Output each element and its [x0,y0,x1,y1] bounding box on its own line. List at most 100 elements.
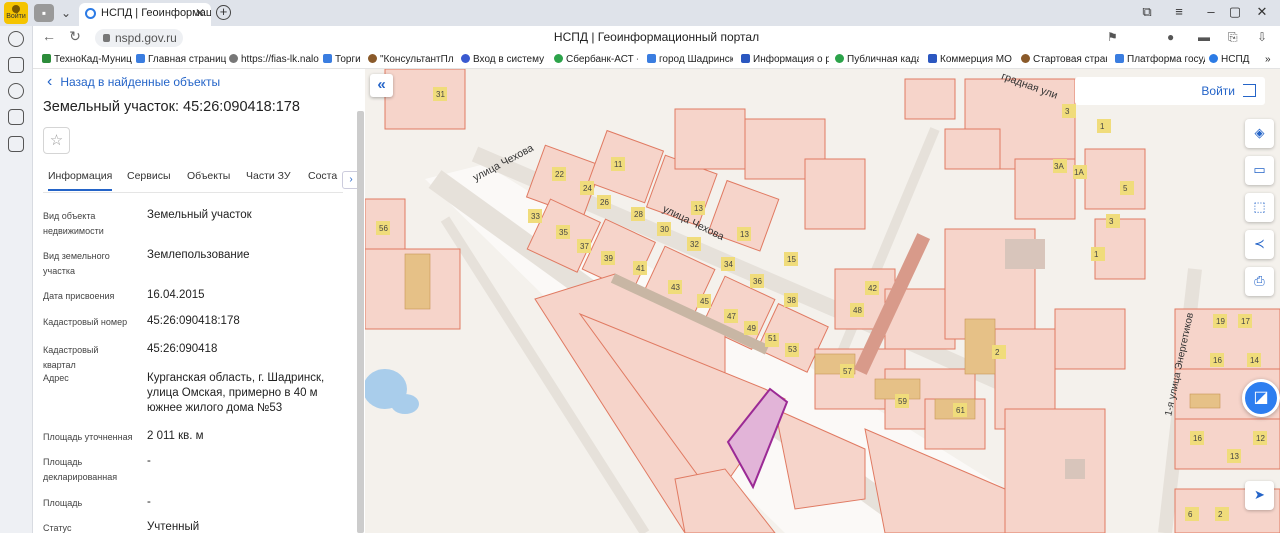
bookmark-item[interactable]: https://fias-lk.nalo [229,50,319,68]
extension-icon[interactable]: ● [1167,30,1174,44]
share-icon[interactable]: ⎘ [1228,30,1238,45]
house-number: 53 [788,345,797,354]
bookmark-item[interactable]: Вход в систему : [461,50,545,68]
house-number: 37 [580,242,589,251]
bookmark-item[interactable]: Торги [323,50,363,68]
tab-manager-icon[interactable]: ≡ [1169,4,1189,19]
field-value: 45:26:090418 [147,343,218,355]
history-icon[interactable] [8,31,24,47]
minimize-icon[interactable]: – [1201,4,1221,19]
house-number: 11 [614,160,623,169]
house-number: 3 [1109,217,1114,226]
tab-parts[interactable]: Части ЗУ [246,170,291,182]
bookmark-item[interactable]: ТехноКад-Муниц [42,50,134,68]
bookmark-icon [368,54,377,63]
address-bar: ← ↻ nspd.gov.ru НСПД | Геоинформационный… [33,26,1280,50]
house-number: 57 [843,367,852,376]
house-number: 42 [868,284,877,293]
house-number: 2 [995,348,1000,357]
bookmark-item[interactable]: "КонсультантПлю [368,50,454,68]
bookmark-icon [461,54,470,63]
bookmark-item[interactable]: Главная страниц [136,50,226,68]
bookmark-item[interactable]: Информация о р [741,50,829,68]
tab-group-icon[interactable]: ▪ [34,4,54,22]
play-icon[interactable] [8,83,24,99]
bookmark-icon [229,54,238,63]
bookmark-icon [136,54,145,63]
share-map-icon[interactable]: ≺ [1245,230,1274,259]
page-title: НСПД | Геоинформационный портал [553,30,760,44]
house-number: 1 [1094,250,1099,259]
panel-scrollbar[interactable] [357,111,364,533]
house-number: 19 [1216,317,1225,326]
nspd-favicon-icon [85,8,96,19]
vpn-icon[interactable]: ▬ [1198,30,1210,44]
layers-icon[interactable]: ◈ [1245,119,1274,148]
house-number: 39 [604,254,613,263]
house-number: 26 [600,198,609,207]
house-number: 28 [634,210,643,219]
field-label: Дата присвоения [43,291,115,301]
ruler-icon[interactable]: ▭ [1245,156,1274,185]
chevron-down-icon[interactable]: ⌄ [56,4,76,22]
geolocation-icon[interactable]: ➤ [1245,481,1274,510]
house-number: 35 [559,228,568,237]
house-number: 13 [694,204,703,213]
house-number: 1A [1074,168,1084,177]
assistant-icon[interactable]: ◪ [1242,379,1280,417]
house-number: 2 [1218,510,1223,519]
bookmarks-more-icon[interactable]: » [1265,50,1277,68]
browser-sidebar [0,26,33,533]
close-window-icon[interactable]: ✕ [1252,4,1272,20]
house-number: 3A [1054,162,1064,171]
house-number: 43 [671,283,680,292]
maximize-icon[interactable]: ▢ [1225,4,1245,20]
cadastral-map[interactable]: улица Чехова улица Чехова градная ули 1-… [365,69,1280,533]
bookmark-flag-icon[interactable]: ⚑ [1107,30,1118,44]
login-icon [1243,84,1256,97]
print-icon[interactable]: ⎙ [1245,267,1274,296]
bookmark-item[interactable]: Публичная кадас [835,50,919,68]
calendar-icon[interactable] [8,109,24,125]
tab-close-icon[interactable]: ✕ [195,3,205,24]
browser-tab-active[interactable]: НСПД | Геоинформац ✕ [79,3,211,26]
house-number: 24 [583,184,592,193]
house-number: 36 [753,277,762,286]
field-label: Адрес [43,373,69,383]
house-number: 16 [1193,434,1202,443]
bookmark-item[interactable]: НСПД [1209,50,1259,68]
bookmark-icon [647,54,656,63]
bookmark-item[interactable]: Сбербанк-АСТ - : [554,50,638,68]
bookmark-item[interactable]: Платформа госуд [1115,50,1205,68]
bookmark-icon [554,54,563,63]
profile-button[interactable]: Войти [4,2,28,24]
select-area-icon[interactable]: ⬚ [1245,193,1274,222]
tab-composition[interactable]: Соста [308,170,338,182]
tab-information[interactable]: Информация [48,170,113,191]
favorite-star-icon[interactable]: ☆ [43,127,70,154]
house-number: 41 [636,264,645,273]
object-info-panel: Назад в найденные объекты Земельный учас… [33,69,365,533]
house-number: 13 [740,230,749,239]
field-label: Площадь [43,498,83,508]
new-tab-button[interactable]: + [216,5,231,20]
house-number: 47 [727,312,736,321]
collections-icon[interactable] [8,57,24,73]
bookmark-icon [928,54,937,63]
bookmarks-panel-icon[interactable]: ⧉ [1137,4,1157,20]
tab-services[interactable]: Сервисы [127,170,171,182]
house-number: 15 [787,255,796,264]
bookmark-item[interactable]: город Шадринск [647,50,733,68]
back-to-results-link[interactable]: Назад в найденные объекты [47,73,220,91]
screenshot-icon[interactable] [8,136,24,152]
bookmark-item[interactable]: Стартовая стран [1021,50,1107,68]
map-canvas[interactable] [365,69,1280,533]
house-number: 5 [1123,184,1128,193]
tab-objects[interactable]: Объекты [187,170,230,182]
field-label: Кадастровый номер [43,317,128,327]
downloads-icon[interactable]: ⇩ [1257,30,1267,44]
login-button[interactable]: Войти [1075,77,1265,105]
bookmark-item[interactable]: Коммерция МО.: [928,50,1012,68]
collapse-panel-icon[interactable]: « [370,74,393,97]
bookmark-icon [1209,54,1218,63]
